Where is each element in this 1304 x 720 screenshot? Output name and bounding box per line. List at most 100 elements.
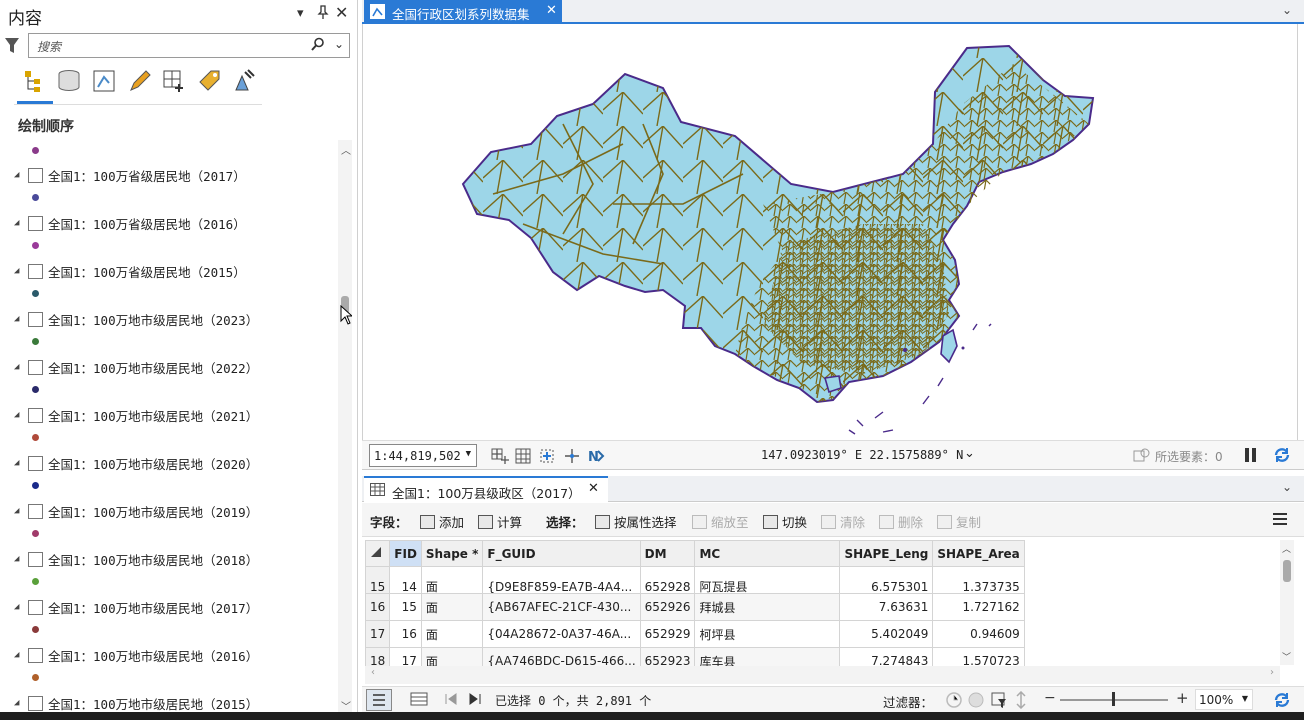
cell-shape[interactable]: 面 <box>420 566 484 594</box>
layer-item[interactable]: ◢ 全国1：100万地市级居民地（2019） <box>14 501 258 521</box>
layer-visibility-checkbox[interactable] <box>28 695 43 711</box>
expand-triangle-icon[interactable]: ◢ <box>14 506 28 516</box>
cell-f-guid[interactable]: {04A28672-0A37-46A... <box>482 620 641 648</box>
table-scrollbar[interactable]: ︿ ﹀ <box>1280 540 1294 665</box>
table-scrollbar-thumb[interactable] <box>1283 560 1291 582</box>
layer-item[interactable]: ◢ 全国1：100万地市级居民地（2023） <box>14 309 258 329</box>
expand-triangle-icon[interactable]: ◢ <box>14 458 28 468</box>
scroll-up-icon[interactable]: ︿ <box>341 142 351 157</box>
search-input[interactable]: 搜索 ⌄ <box>28 33 350 58</box>
cell-shape-leng[interactable]: 6.575301 <box>839 566 934 594</box>
layer-visibility-checkbox[interactable] <box>28 407 43 423</box>
cell-f-guid[interactable]: {AB67AFEC-21CF-430... <box>482 593 641 621</box>
coordinate-chevron-icon[interactable]: ⌄ <box>964 446 975 461</box>
column-header-dm[interactable]: DM <box>639 540 696 567</box>
layer-visibility-checkbox[interactable] <box>28 455 43 471</box>
layer-item[interactable]: ◢ 全国1：100万省级居民地（2016） <box>14 213 246 233</box>
pause-drawing-icon[interactable] <box>1244 447 1258 466</box>
row-number[interactable]: 16 <box>364 593 391 621</box>
expand-triangle-icon[interactable]: ◢ <box>14 170 28 180</box>
scroll-left-icon[interactable]: ‹ <box>371 667 375 678</box>
clear-selection-button[interactable]: 清除 <box>821 512 865 531</box>
list-by-selection-icon[interactable] <box>92 68 118 94</box>
layer-item[interactable]: ◢ 全国1：100万地市级居民地（2015） <box>14 693 258 713</box>
expand-triangle-icon[interactable]: ◢ <box>14 602 28 612</box>
table-grid-icon[interactable] <box>515 448 531 467</box>
cell-mc[interactable]: 柯坪县 <box>694 620 841 648</box>
cell-fid[interactable]: 16 <box>389 620 422 648</box>
cell-shape[interactable]: 面 <box>420 593 484 621</box>
filter-extent-icon[interactable] <box>990 691 1008 712</box>
close-pane-icon[interactable]: ✕ <box>335 3 348 22</box>
list-by-snapping-icon[interactable] <box>162 68 188 94</box>
scroll-right-icon[interactable]: › <box>1270 667 1274 678</box>
expand-triangle-icon[interactable]: ◢ <box>14 266 28 276</box>
column-header-fid[interactable]: FID <box>389 540 422 567</box>
list-by-labeling-icon[interactable] <box>197 68 223 94</box>
search-options-chevron-icon[interactable]: ⌄ <box>334 37 344 51</box>
list-by-editing-icon[interactable] <box>127 68 153 94</box>
zoom-in-icon[interactable]: + <box>1176 689 1189 707</box>
layer-visibility-checkbox[interactable] <box>28 167 43 183</box>
table-scroll-up-icon[interactable]: ︿ <box>1282 542 1291 555</box>
cell-fid[interactable]: 15 <box>389 593 422 621</box>
list-by-drawing-order-icon[interactable] <box>22 68 48 94</box>
column-header-shape-leng[interactable]: SHAPE_Leng <box>839 540 934 567</box>
table-scroll-down-icon[interactable]: ﹀ <box>1282 650 1291 663</box>
grid-plus-icon[interactable] <box>491 448 509 467</box>
expand-triangle-icon[interactable]: ◢ <box>14 410 28 420</box>
column-header-shape[interactable]: Shape * <box>420 540 484 567</box>
column-header-shape-area[interactable]: SHAPE_Area <box>932 540 1025 567</box>
row-number[interactable]: 15 <box>364 566 391 594</box>
zoom-level-dropdown[interactable]: 100% ▼ <box>1195 689 1253 710</box>
layer-item[interactable]: ◢ 全国1：100万地市级居民地（2018） <box>14 549 258 569</box>
snapping-icon[interactable] <box>539 448 557 467</box>
cell-shape-leng[interactable]: 5.402049 <box>839 620 934 648</box>
cell-fid[interactable]: 14 <box>389 566 422 594</box>
row-number[interactable]: 17 <box>364 620 391 648</box>
filter-time-icon[interactable] <box>945 691 963 712</box>
table-tab-overflow-chevron-icon[interactable]: ⌄ <box>1282 480 1292 494</box>
close-table-tab-icon[interactable]: ✕ <box>588 481 599 496</box>
layer-visibility-checkbox[interactable] <box>28 599 43 615</box>
cell-shape-area[interactable]: 0.94609 <box>932 620 1025 648</box>
layer-visibility-checkbox[interactable] <box>28 263 43 279</box>
layer-visibility-checkbox[interactable] <box>28 359 43 375</box>
layer-visibility-checkbox[interactable] <box>28 551 43 567</box>
add-field-button[interactable]: 添加 <box>420 512 464 531</box>
table-row[interactable]: 17 16 面 {04A28672-0A37-46A... 652929 柯坪县 5.402… <box>364 620 1025 648</box>
zoom-to-button[interactable]: 缩放至 <box>692 512 749 531</box>
measure-icon[interactable] <box>563 448 581 467</box>
cell-dm[interactable]: 652928 <box>639 566 696 594</box>
expand-triangle-icon[interactable]: ◢ <box>14 362 28 372</box>
pane-menu-chevron-icon[interactable]: ▾ <box>297 6 304 21</box>
zoom-slider-thumb[interactable] <box>1112 692 1115 706</box>
column-header-f-guid[interactable]: F_GUID <box>482 540 641 567</box>
filter-icon[interactable] <box>4 37 20 58</box>
layer-item[interactable]: ◢ 全国1：100万地市级居民地（2020） <box>14 453 258 473</box>
tab-map[interactable]: 全国行政区划系列数据集 ✕ <box>364 0 562 24</box>
cell-mc[interactable]: 阿瓦提县 <box>694 566 841 594</box>
layer-visibility-checkbox[interactable] <box>28 215 43 231</box>
expand-triangle-icon[interactable]: ◢ <box>14 698 28 708</box>
table-hscrollbar[interactable]: ‹ › <box>365 666 1280 684</box>
switch-selection-button[interactable]: 切换 <box>763 512 807 531</box>
expand-triangle-icon[interactable]: ◢ <box>14 314 28 324</box>
column-header-mc[interactable]: MC <box>694 540 841 567</box>
map-view[interactable] <box>362 24 1298 440</box>
zoom-out-icon[interactable]: − <box>1044 690 1056 706</box>
cell-shape-area[interactable]: 1.727162 <box>932 593 1025 621</box>
filter-range-icon[interactable] <box>967 691 985 712</box>
layer-visibility-checkbox[interactable] <box>28 647 43 663</box>
copy-selection-button[interactable]: 复制 <box>937 512 981 531</box>
delete-selection-button[interactable]: 删除 <box>879 512 923 531</box>
cell-f-guid[interactable]: {D9E8F859-EA7B-4A4... <box>482 566 641 594</box>
show-all-records-button[interactable] <box>366 689 392 711</box>
expand-triangle-icon[interactable]: ◢ <box>14 650 28 660</box>
layer-item[interactable]: ◢ 全国1：100万地市级居民地（2017） <box>14 597 258 617</box>
first-record-icon[interactable] <box>444 692 458 709</box>
expand-triangle-icon[interactable]: ◢ <box>14 218 28 228</box>
pin-icon[interactable] <box>317 5 329 23</box>
table-refresh-icon[interactable] <box>1272 690 1292 713</box>
table-menu-icon[interactable] <box>1272 512 1288 529</box>
